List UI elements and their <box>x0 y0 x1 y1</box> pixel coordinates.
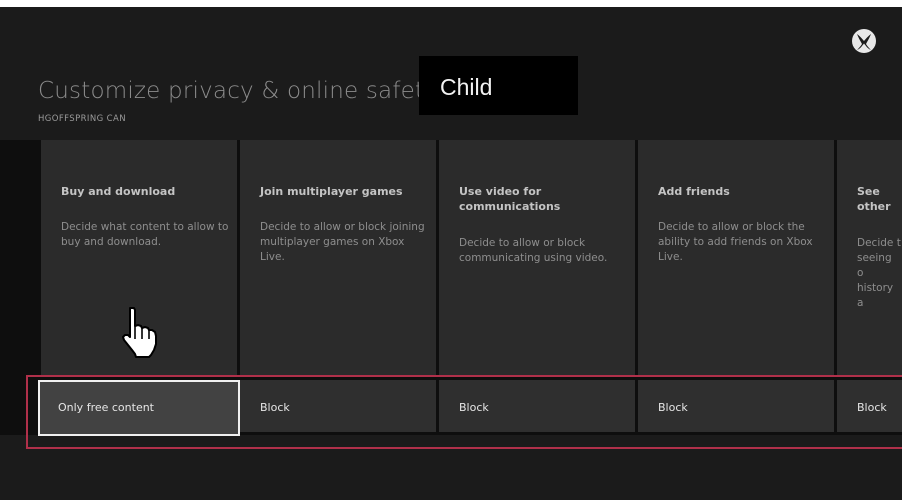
setting-card-use-video-for-communications[interactable]: Use video for communications Decide to a… <box>439 140 635 375</box>
setting-title: Use video for communications <box>459 185 561 213</box>
page-title: Customize privacy & online safety for <box>38 78 478 104</box>
setting-description: Decide what content to allow to buy and … <box>61 221 229 248</box>
top-band <box>0 0 902 7</box>
setting-title: Join multiplayer games <box>260 185 403 198</box>
setting-description: Decide to allow or block the ability to … <box>658 221 813 263</box>
setting-card-join-multiplayer-games[interactable]: Join multiplayer games Decide to allow o… <box>240 140 436 375</box>
setting-card-see-other-live-profiles[interactable]: See other Live pro Decide t seeing o his… <box>837 140 902 375</box>
setting-description: Decide to allow or block communicating u… <box>459 237 608 264</box>
setting-title: Buy and download <box>61 185 176 198</box>
setting-description: Decide to allow or block joining multipl… <box>260 221 425 263</box>
row-selection-outline <box>26 375 902 449</box>
account-name: Child <box>440 74 493 100</box>
xbox-logo-icon <box>852 29 876 53</box>
hand-pointer-icon <box>122 307 157 358</box>
setting-title: Add friends <box>658 185 730 198</box>
setting-title: See other Live pro <box>857 185 891 216</box>
setting-description: Decide t seeing o history a <box>857 237 901 309</box>
setting-card-add-friends[interactable]: Add friends Decide to allow or block the… <box>638 140 834 375</box>
gamertag-label: HGOFFSPRING CAN <box>38 114 126 124</box>
